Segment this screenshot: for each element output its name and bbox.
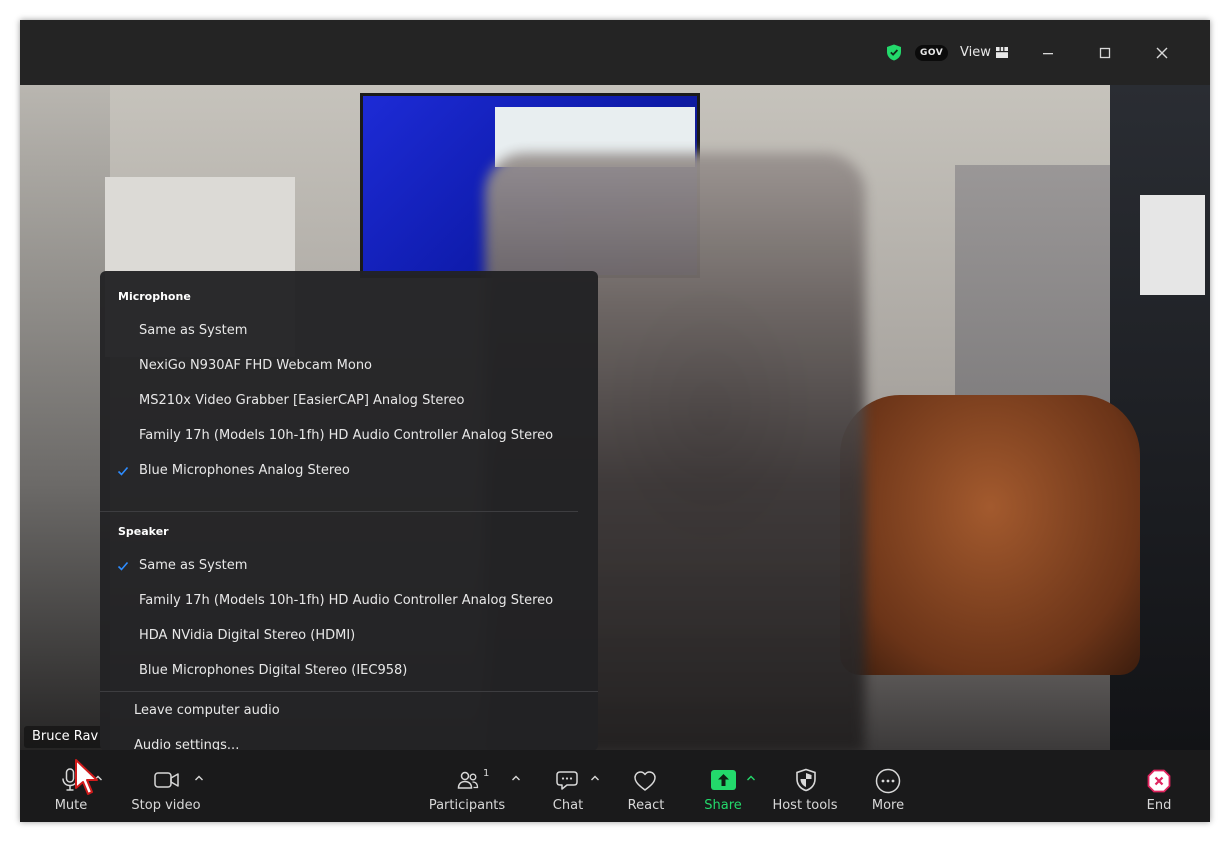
end-label: End bbox=[1146, 798, 1172, 813]
chat-label: Chat bbox=[552, 798, 584, 813]
more-button[interactable]: More bbox=[865, 750, 915, 822]
title-bar: GOV View bbox=[20, 20, 1210, 85]
mic-option-family-17h[interactable]: Family 17h (Models 10h-1fh) HD Audio Con… bbox=[139, 427, 553, 445]
host-shield-icon bbox=[796, 768, 816, 792]
office-cubicle-left bbox=[20, 85, 110, 750]
mic-option-blue-microphones[interactable]: Blue Microphones Analog Stereo bbox=[139, 462, 350, 480]
view-button[interactable]: View bbox=[960, 44, 1008, 61]
end-meeting-icon bbox=[1147, 769, 1171, 793]
zoom-meeting-window: GOV View Bruce Rav Microphone Same as Sy… bbox=[20, 20, 1210, 822]
heart-icon bbox=[634, 771, 656, 791]
speaker-header: Speaker bbox=[118, 525, 169, 538]
leather-chair bbox=[840, 395, 1140, 675]
participants-label: Participants bbox=[428, 798, 506, 813]
mic-option-same-as-system[interactable]: Same as System bbox=[139, 322, 247, 340]
menu-divider bbox=[100, 691, 598, 692]
microphone-header: Microphone bbox=[118, 290, 191, 303]
chat-caret-icon[interactable] bbox=[590, 774, 600, 782]
whiteboard-papers bbox=[1140, 195, 1205, 295]
leave-computer-audio-button[interactable]: Leave computer audio bbox=[134, 702, 280, 720]
video-options-caret-icon[interactable] bbox=[194, 774, 204, 782]
host-tools-button[interactable]: Host tools bbox=[770, 750, 850, 822]
menu-divider bbox=[100, 511, 578, 512]
share-label: Share bbox=[704, 798, 742, 813]
audio-options-menu: Microphone Same as System NexiGo N930AF … bbox=[100, 271, 598, 753]
mic-option-nexigo[interactable]: NexiGo N930AF FHD Webcam Mono bbox=[139, 357, 372, 375]
end-meeting-button[interactable]: End bbox=[1135, 750, 1185, 822]
maximize-button[interactable] bbox=[1094, 42, 1116, 64]
mic-option-ms210x[interactable]: MS210x Video Grabber [EasierCAP] Analog … bbox=[139, 392, 464, 410]
speaker-option-family-17h[interactable]: Family 17h (Models 10h-1fh) HD Audio Con… bbox=[139, 592, 553, 610]
share-screen-button[interactable]: Share bbox=[700, 750, 750, 822]
grid-view-icon bbox=[995, 47, 1008, 58]
participants-caret-icon[interactable] bbox=[511, 774, 521, 782]
view-label: View bbox=[960, 45, 991, 60]
speaker-option-blue-microphones-digital[interactable]: Blue Microphones Digital Stereo (IEC958) bbox=[139, 662, 407, 680]
participants-count: 1 bbox=[483, 768, 490, 779]
participants-icon bbox=[457, 771, 479, 789]
more-ellipsis-icon bbox=[875, 768, 901, 794]
react-label: React bbox=[627, 798, 665, 813]
share-screen-icon bbox=[711, 770, 736, 790]
participant-name-tag: Bruce Rav bbox=[24, 726, 107, 748]
more-label: More bbox=[871, 798, 905, 813]
react-button[interactable]: React bbox=[620, 750, 670, 822]
close-window-button[interactable] bbox=[1151, 42, 1173, 64]
chat-button[interactable]: Chat bbox=[545, 750, 595, 822]
encryption-shield-icon[interactable] bbox=[886, 44, 902, 61]
meeting-toolbar: Mute Stop video 1 Participants Chat Reac… bbox=[20, 750, 1210, 822]
video-camera-icon bbox=[154, 772, 179, 788]
checkmark-icon bbox=[117, 561, 129, 571]
stop-video-label: Stop video bbox=[131, 798, 201, 813]
chat-bubble-icon bbox=[556, 771, 578, 790]
share-caret-icon[interactable] bbox=[746, 774, 756, 782]
checkmark-icon bbox=[117, 466, 129, 476]
speaker-option-same-as-system[interactable]: Same as System bbox=[139, 557, 247, 575]
participants-button[interactable]: 1 Participants bbox=[428, 750, 530, 822]
speaker-option-hda-nvidia[interactable]: HDA NVidia Digital Stereo (HDMI) bbox=[139, 627, 355, 645]
mouse-pointer-icon bbox=[75, 759, 98, 795]
minimize-button[interactable] bbox=[1037, 42, 1059, 64]
gov-badge: GOV bbox=[915, 45, 949, 61]
mute-label: Mute bbox=[54, 798, 88, 813]
host-tools-label: Host tools bbox=[772, 798, 838, 813]
stop-video-button[interactable]: Stop video bbox=[130, 750, 210, 822]
